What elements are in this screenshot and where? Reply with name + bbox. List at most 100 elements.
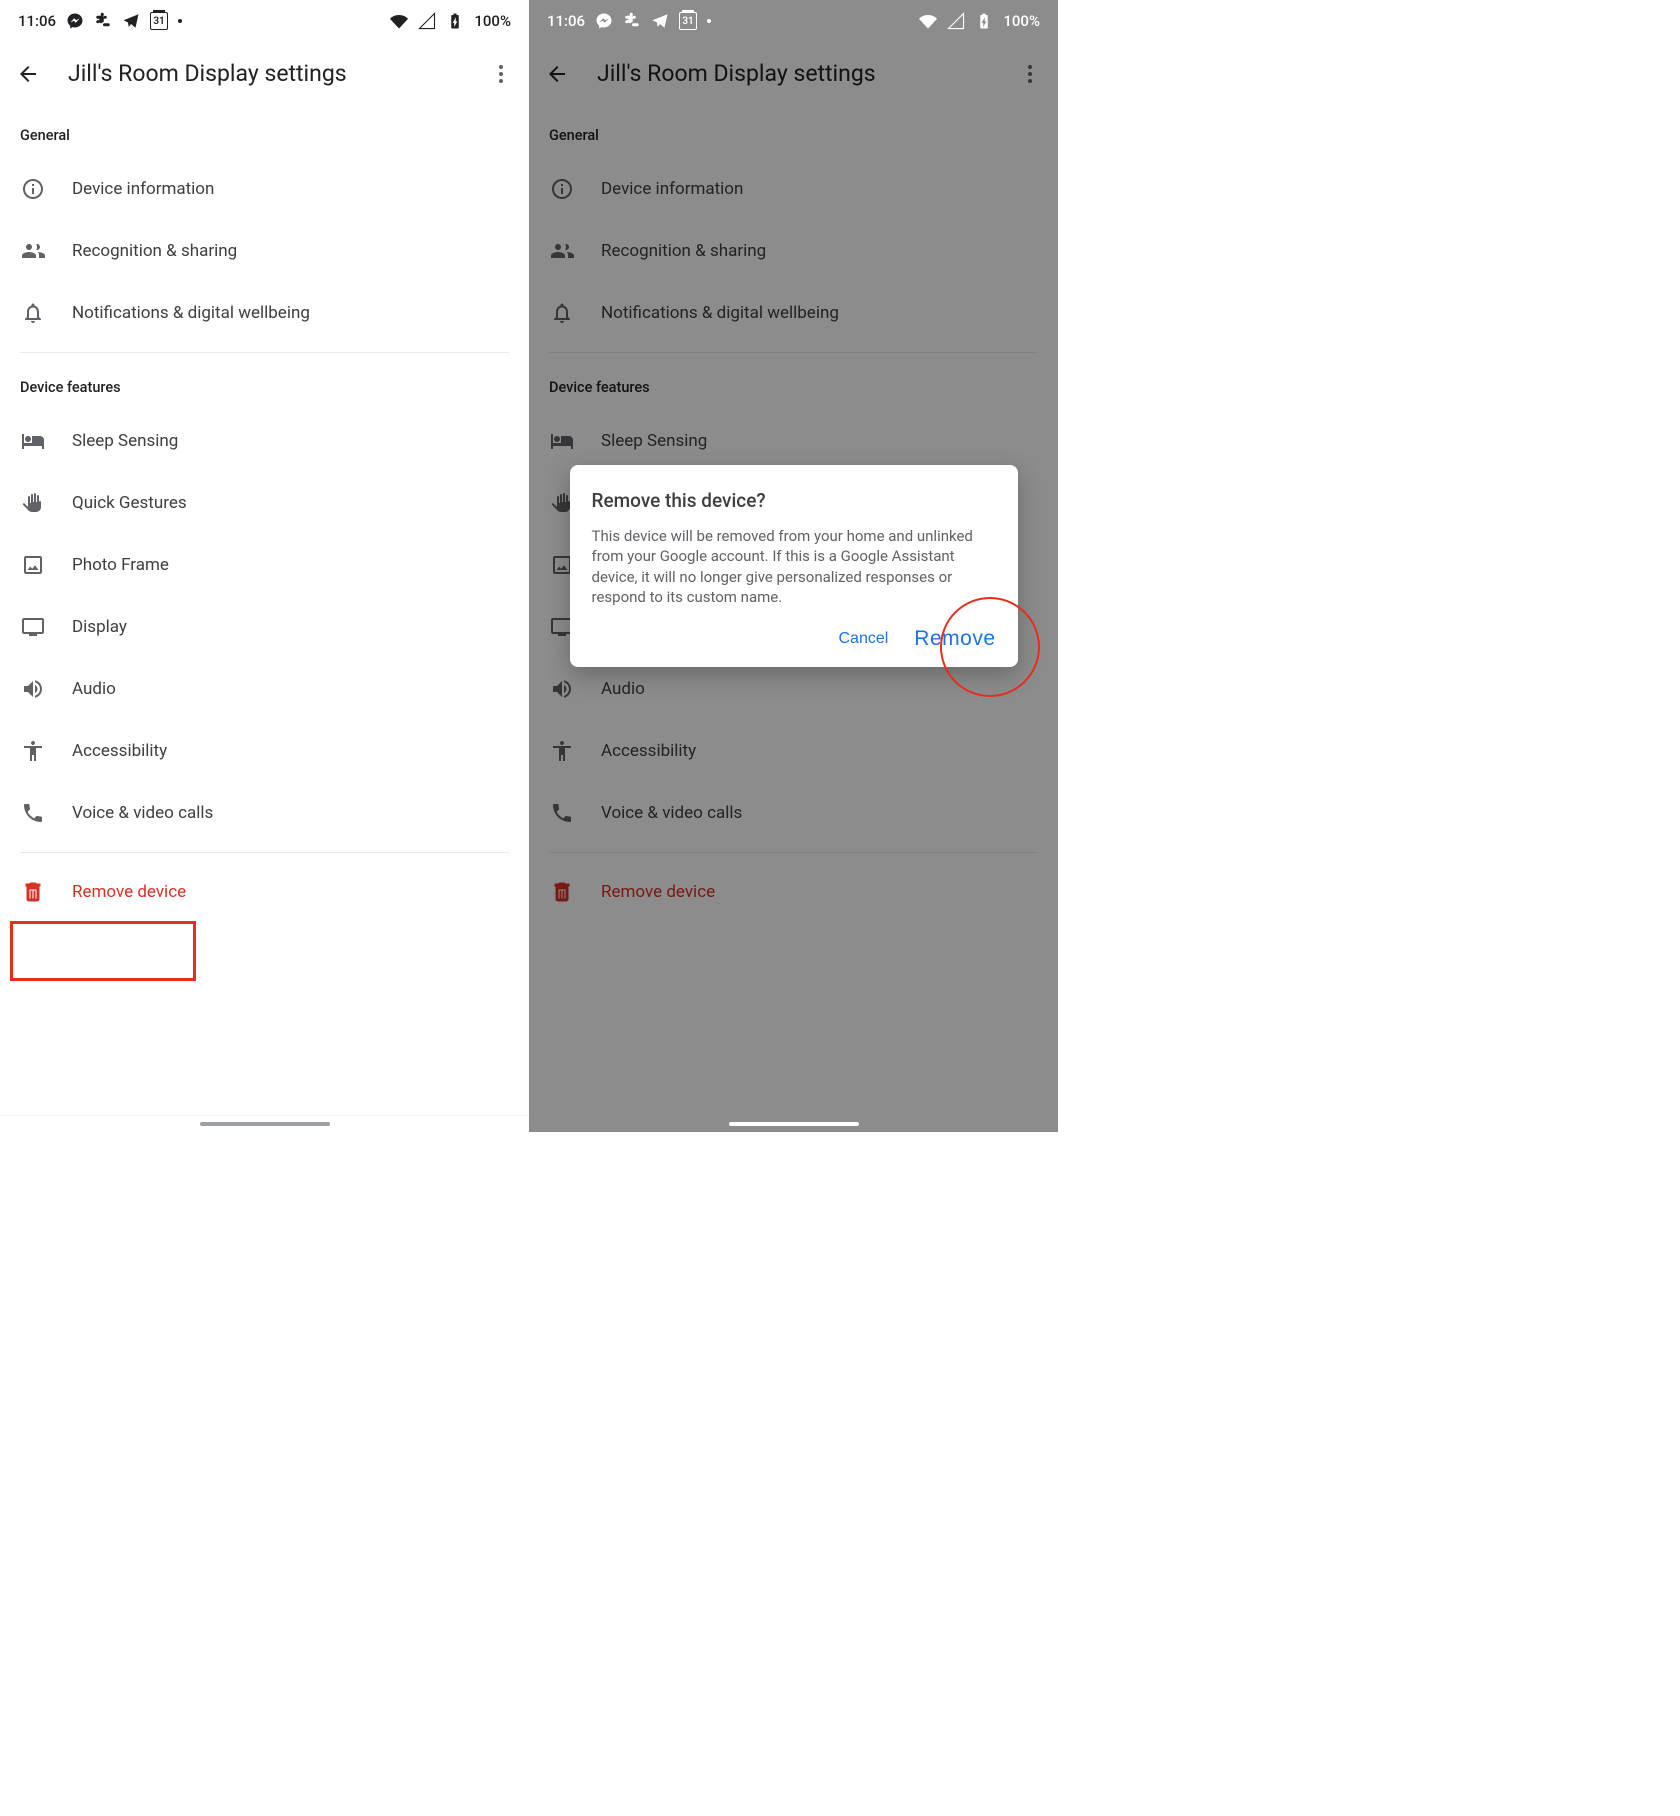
section-general-label: General [529, 109, 1058, 158]
accessibility-icon [549, 738, 575, 764]
status-bar: 11:06 31 100% [0, 0, 529, 42]
row-label: Accessibility [601, 741, 696, 761]
row-display[interactable]: Display [0, 596, 529, 658]
wifi-icon [919, 12, 937, 30]
row-label: Voice & video calls [601, 803, 742, 823]
phone-screenshot-left: 11:06 31 100% Jill's Room Display settin… [0, 0, 529, 1132]
row-label: Voice & video calls [72, 803, 213, 823]
bed-icon [549, 428, 575, 454]
notification-dot-icon [178, 19, 182, 23]
row-label: Quick Gestures [72, 493, 187, 513]
app-bar: Jill's Room Display settings [0, 42, 529, 109]
phone-icon [549, 800, 575, 826]
row-notifications-wellbeing[interactable]: Notifications & digital wellbeing [529, 282, 1058, 344]
trash-icon [20, 879, 46, 905]
status-time: 11:06 [18, 12, 56, 30]
row-label: Display [72, 617, 127, 637]
row-accessibility[interactable]: Accessibility [529, 720, 1058, 782]
row-notifications-wellbeing[interactable]: Notifications & digital wellbeing [0, 282, 529, 344]
notification-dot-icon [707, 19, 711, 23]
divider [20, 352, 509, 353]
row-device-information[interactable]: Device information [0, 158, 529, 220]
row-sleep-sensing[interactable]: Sleep Sensing [0, 410, 529, 472]
row-device-information[interactable]: Device information [529, 158, 1058, 220]
status-bar: 11:06 31 100% [529, 0, 1058, 42]
row-label: Sleep Sensing [72, 431, 178, 451]
row-voice-video-calls[interactable]: Voice & video calls [529, 782, 1058, 844]
slack-icon [623, 12, 641, 30]
section-features-label: Device features [529, 361, 1058, 410]
speaker-icon [549, 676, 575, 702]
row-label: Audio [72, 679, 116, 699]
hand-icon [20, 490, 46, 516]
dialog-title: Remove this device? [592, 489, 996, 512]
row-sleep-sensing[interactable]: Sleep Sensing [529, 410, 1058, 472]
row-audio[interactable]: Audio [0, 658, 529, 720]
page-title: Jill's Room Display settings [68, 60, 461, 87]
row-label: Sleep Sensing [601, 431, 707, 451]
speaker-icon [20, 676, 46, 702]
status-battery: 100% [1003, 12, 1040, 30]
remove-device-label: Remove device [601, 882, 715, 902]
row-recognition-sharing[interactable]: Recognition & sharing [529, 220, 1058, 282]
signal-icon [947, 12, 965, 30]
status-battery: 100% [474, 12, 511, 30]
bottom-divider [0, 1115, 529, 1116]
row-accessibility[interactable]: Accessibility [0, 720, 529, 782]
telegram-icon [651, 12, 669, 30]
row-label: Audio [601, 679, 645, 699]
section-features-label: Device features [0, 361, 529, 410]
row-recognition-sharing[interactable]: Recognition & sharing [0, 220, 529, 282]
status-time: 11:06 [547, 12, 585, 30]
dialog-remove-button[interactable]: Remove [914, 627, 995, 651]
accessibility-icon [20, 738, 46, 764]
messenger-icon [595, 12, 613, 30]
back-arrow-icon[interactable] [16, 62, 40, 86]
dialog-cancel-button[interactable]: Cancel [838, 630, 888, 648]
nav-pill[interactable] [729, 1122, 859, 1126]
people-icon [549, 238, 575, 264]
row-label: Notifications & digital wellbeing [601, 303, 839, 323]
row-quick-gestures[interactable]: Quick Gestures [0, 472, 529, 534]
row-label: Photo Frame [72, 555, 169, 575]
trash-icon [549, 879, 575, 905]
page-title: Jill's Room Display settings [597, 60, 990, 87]
bell-icon [549, 300, 575, 326]
phone-screenshot-right: 11:06 31 100% Jill's Room Display settin… [529, 0, 1058, 1132]
back-arrow-icon[interactable] [545, 62, 569, 86]
row-label: Notifications & digital wellbeing [72, 303, 310, 323]
bell-icon [20, 300, 46, 326]
more-menu-icon[interactable] [1018, 62, 1042, 86]
photo-icon [20, 552, 46, 578]
phone-icon [20, 800, 46, 826]
battery-charging-icon [975, 12, 993, 30]
calendar-icon: 31 [150, 12, 168, 30]
slack-icon [94, 12, 112, 30]
battery-charging-icon [446, 12, 464, 30]
annotation-red-box [10, 921, 196, 981]
row-remove-device[interactable]: Remove device [0, 861, 529, 923]
row-remove-device[interactable]: Remove device [529, 861, 1058, 923]
row-label: Accessibility [72, 741, 167, 761]
row-voice-video-calls[interactable]: Voice & video calls [0, 782, 529, 844]
info-icon [20, 176, 46, 202]
signal-icon [418, 12, 436, 30]
messenger-icon [66, 12, 84, 30]
divider [549, 352, 1038, 353]
app-bar: Jill's Room Display settings [529, 42, 1058, 109]
row-label: Device information [72, 179, 214, 199]
divider [549, 852, 1038, 853]
dialog-body: This device will be removed from your ho… [592, 526, 996, 607]
info-icon [549, 176, 575, 202]
wifi-icon [390, 12, 408, 30]
section-general-label: General [0, 109, 529, 158]
remove-device-label: Remove device [72, 882, 186, 902]
people-icon [20, 238, 46, 264]
calendar-icon: 31 [679, 12, 697, 30]
more-menu-icon[interactable] [489, 62, 513, 86]
remove-device-dialog: Remove this device? This device will be … [570, 465, 1018, 667]
row-audio[interactable]: Audio [529, 658, 1058, 720]
row-label: Recognition & sharing [72, 241, 237, 261]
row-photo-frame[interactable]: Photo Frame [0, 534, 529, 596]
nav-pill[interactable] [200, 1122, 330, 1126]
